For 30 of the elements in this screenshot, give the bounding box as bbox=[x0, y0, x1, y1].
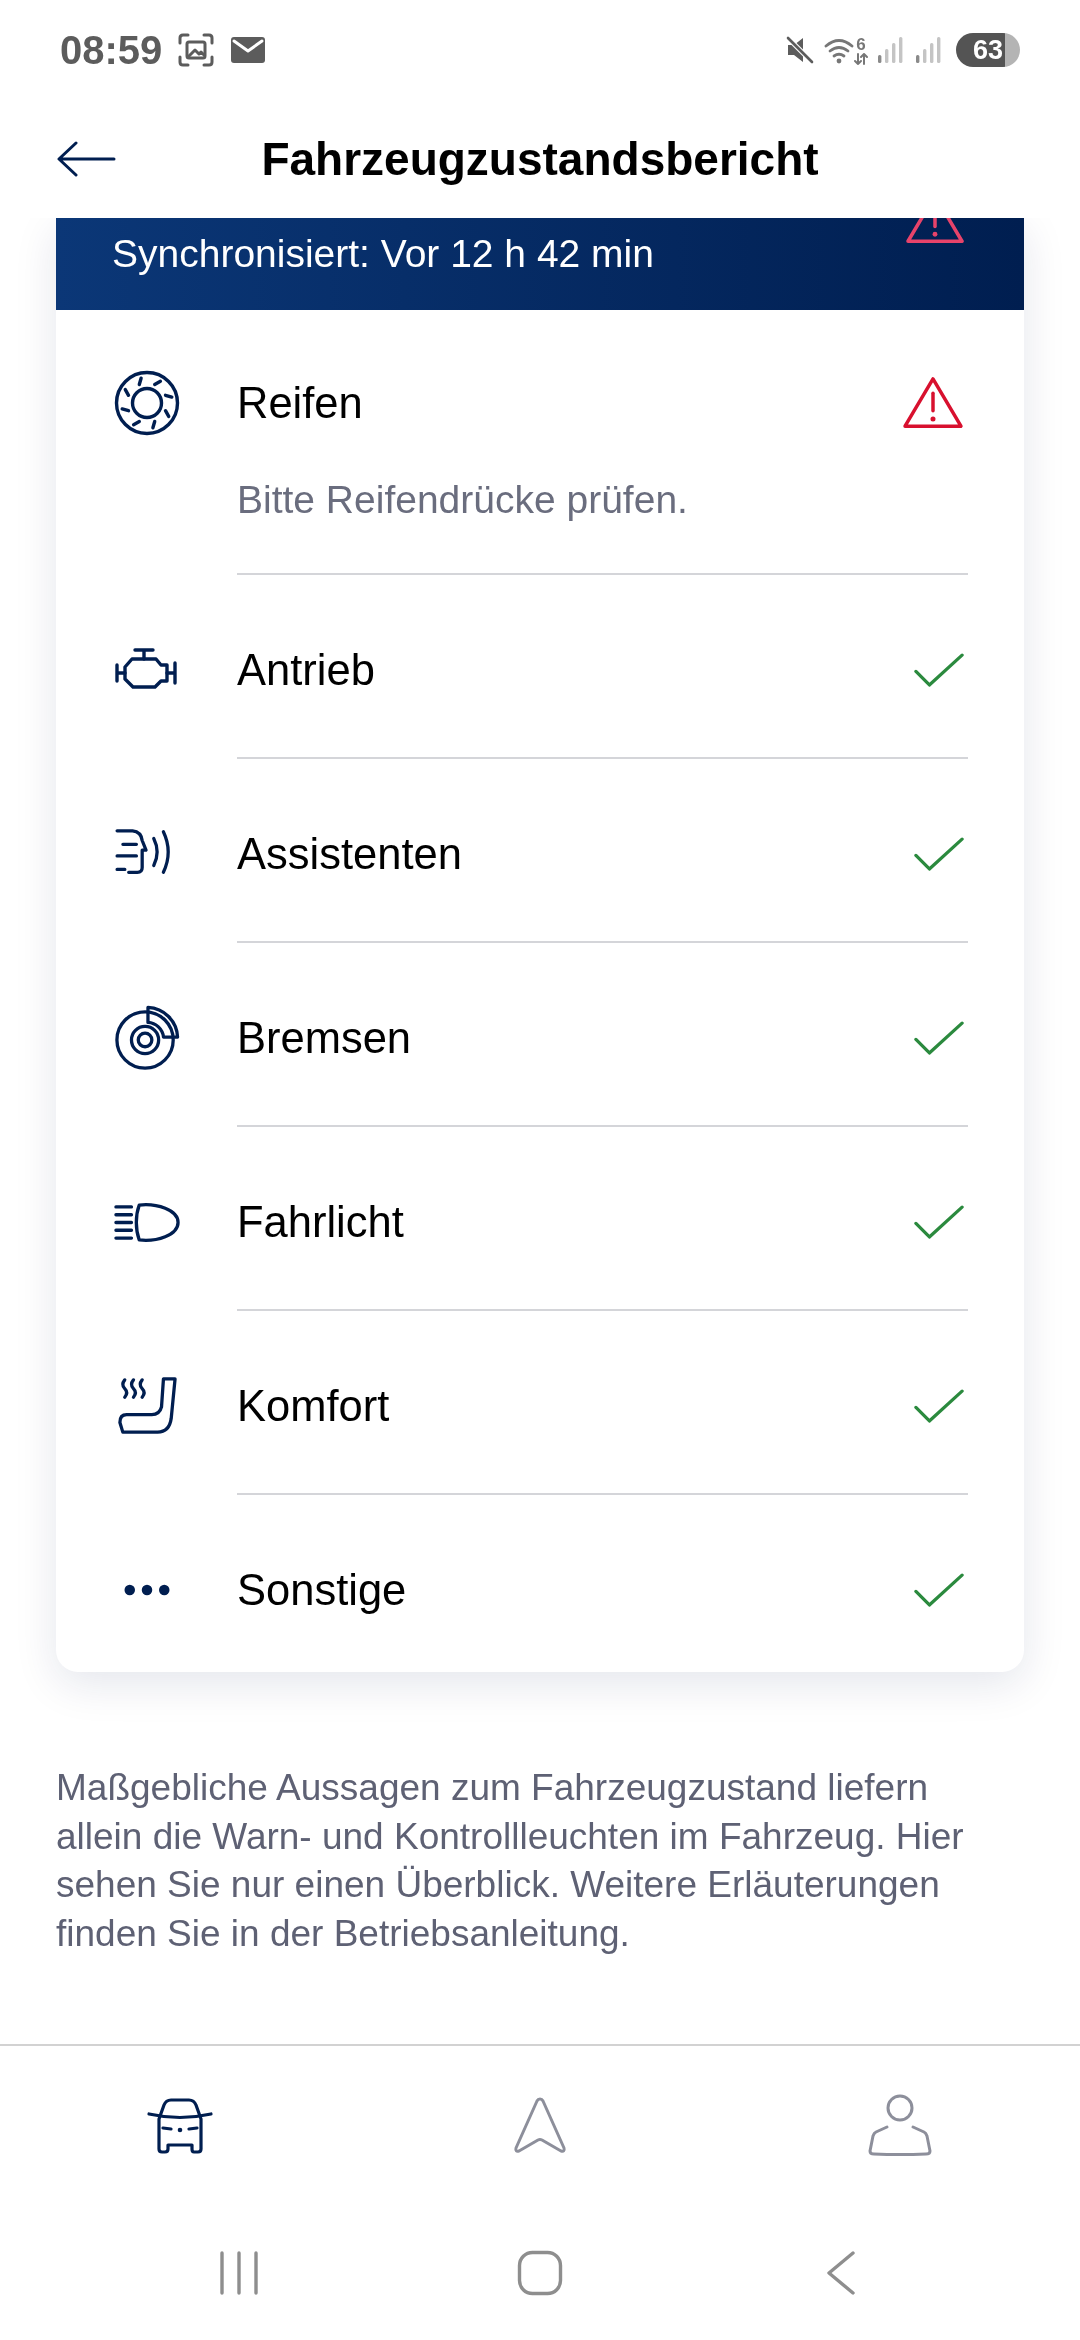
category-label: Assistenten bbox=[237, 829, 462, 880]
more-dots-icon bbox=[123, 1584, 170, 1596]
recent-apps-icon[interactable] bbox=[218, 2249, 260, 2296]
profile-icon[interactable] bbox=[867, 2093, 933, 2158]
page-title: Fahrzeugzustandsbericht bbox=[261, 132, 819, 187]
screenshot-icon bbox=[178, 33, 215, 67]
battery-level: 63 bbox=[956, 33, 1020, 67]
heated-seat-icon bbox=[115, 1376, 178, 1436]
sync-status-text: Synchronisiert: Vor 12 h 42 min bbox=[112, 231, 654, 277]
category-label: Fahrlicht bbox=[237, 1197, 404, 1248]
transfer-arrows-icon bbox=[854, 52, 868, 65]
mute-icon bbox=[784, 34, 816, 66]
disclaimer-text: Maßgebliche Aussagen zum Fahrzeugzustand liefern allein die Warn- und Kontrollleuchten im Fahrzeug. Hier sehen Sie nur einen Überblick. Weitere Erläuterungen finden Sie in der Betriebsanleitung. bbox=[56, 1766, 965, 1956]
mail-icon bbox=[230, 36, 267, 64]
category-label: Antrieb bbox=[237, 645, 375, 696]
back-arrow-icon[interactable] bbox=[56, 141, 116, 177]
category-label: Bremsen bbox=[237, 1013, 412, 1064]
category-label: Reifen bbox=[237, 378, 363, 429]
wifi-standard-label: 6 bbox=[856, 35, 866, 53]
brake-disc-icon bbox=[113, 1005, 180, 1071]
back-icon[interactable] bbox=[825, 2249, 857, 2296]
warning-message: Bitte Reifendrücke prüfen. bbox=[237, 478, 689, 522]
car-icon[interactable] bbox=[145, 2096, 215, 2155]
category-label: Komfort bbox=[237, 1381, 390, 1432]
tire-icon bbox=[113, 370, 180, 436]
navigation-arrow-icon[interactable] bbox=[513, 2095, 567, 2156]
clock-time: 08:59 bbox=[60, 27, 163, 73]
category-label: Sonstige bbox=[237, 1565, 407, 1616]
headlight-icon bbox=[113, 1201, 180, 1243]
home-icon[interactable] bbox=[517, 2249, 563, 2296]
